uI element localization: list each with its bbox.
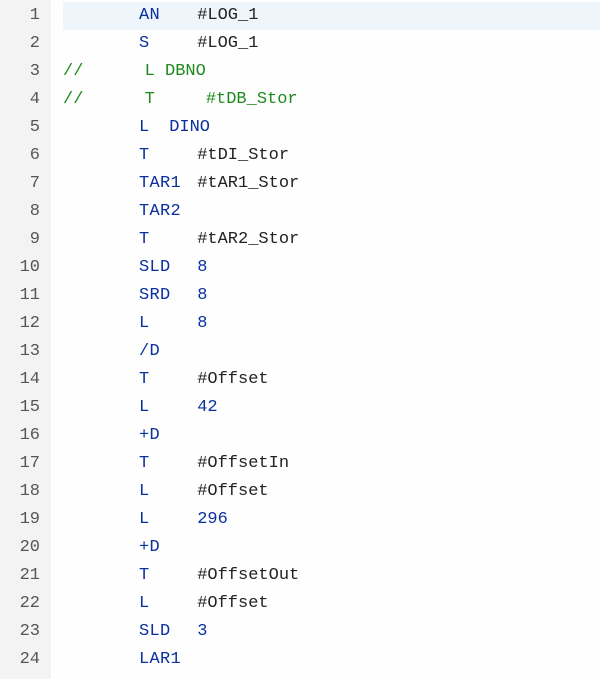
opcode: TAR1 [139, 170, 187, 198]
opcode: L [139, 310, 187, 338]
code-line[interactable]: LAR1 [63, 646, 600, 674]
line-number: 7 [0, 170, 50, 198]
opcode: T [139, 562, 187, 590]
line-number: 13 [0, 338, 50, 366]
code-line[interactable]: L 8 [63, 310, 600, 338]
operand: #tAR1_Stor [197, 174, 299, 193]
code-line[interactable]: L 42 [63, 394, 600, 422]
line-number: 14 [0, 366, 50, 394]
operand: #Offset [197, 594, 268, 613]
opcode: +D [139, 534, 187, 562]
opcode: L [139, 478, 187, 506]
line-number: 1 [0, 2, 50, 30]
code-line[interactable]: SRD 8 [63, 282, 600, 310]
code-line[interactable]: L DINO [63, 114, 600, 142]
line-number: 4 [0, 86, 50, 114]
operand: #Offset [197, 482, 268, 501]
line-number: 2 [0, 30, 50, 58]
line-number: 5 [0, 114, 50, 142]
line-number: 19 [0, 506, 50, 534]
line-number: 21 [0, 562, 50, 590]
code-line[interactable]: L 296 [63, 506, 600, 534]
operand: #OffsetOut [197, 566, 299, 585]
opcode: TAR2 [139, 198, 187, 226]
line-number: 23 [0, 618, 50, 646]
code-line[interactable]: TAR1 #tAR1_Stor [63, 170, 600, 198]
code-line[interactable]: T #tAR2_Stor [63, 226, 600, 254]
operand: #OffsetIn [197, 454, 289, 473]
opcode: S [139, 30, 187, 58]
comment-text: // T #tDB_Stor [63, 90, 298, 109]
line-number: 9 [0, 226, 50, 254]
code-line[interactable]: /D [63, 338, 600, 366]
code-line[interactable]: T #OffsetOut [63, 562, 600, 590]
line-number: 20 [0, 534, 50, 562]
line-number: 10 [0, 254, 50, 282]
opcode: L [139, 114, 159, 142]
operand: 8 [197, 258, 207, 277]
code-line[interactable]: S #LOG_1 [63, 30, 600, 58]
operand: 42 [197, 398, 217, 417]
opcode: SRD [139, 282, 187, 310]
opcode: T [139, 450, 187, 478]
line-number: 6 [0, 142, 50, 170]
line-number: 8 [0, 198, 50, 226]
code-line[interactable]: L #Offset [63, 478, 600, 506]
opcode: T [139, 142, 187, 170]
operand: 8 [197, 314, 207, 333]
operand: 8 [197, 286, 207, 305]
opcode: T [139, 366, 187, 394]
operand: 296 [197, 510, 228, 529]
line-number: 12 [0, 310, 50, 338]
opcode: /D [139, 338, 187, 366]
opcode: +D [139, 422, 187, 450]
operand: #tDI_Stor [197, 146, 289, 165]
line-number: 22 [0, 590, 50, 618]
line-number: 24 [0, 646, 50, 674]
line-number: 18 [0, 478, 50, 506]
code-editor: 123456789101112131415161718192021222324 … [0, 0, 600, 679]
code-line[interactable]: T #tDI_Stor [63, 142, 600, 170]
line-number-gutter: 123456789101112131415161718192021222324 [0, 0, 51, 679]
line-number: 3 [0, 58, 50, 86]
opcode: L [139, 590, 187, 618]
line-number: 16 [0, 422, 50, 450]
code-line[interactable]: +D [63, 422, 600, 450]
opcode: L [139, 394, 187, 422]
code-line[interactable]: SLD 8 [63, 254, 600, 282]
line-number: 15 [0, 394, 50, 422]
code-line[interactable]: TAR2 [63, 198, 600, 226]
code-line[interactable]: L #Offset [63, 590, 600, 618]
operand: #LOG_1 [197, 34, 258, 53]
code-line[interactable]: AN #LOG_1 [63, 2, 600, 30]
operand: #Offset [197, 370, 268, 389]
opcode: T [139, 226, 187, 254]
code-area[interactable]: AN #LOG_1S #LOG_1// L DBNO// T #tDB_Stor… [51, 0, 600, 679]
line-number: 11 [0, 282, 50, 310]
code-line[interactable]: +D [63, 534, 600, 562]
opcode: LAR1 [139, 646, 187, 674]
line-number: 17 [0, 450, 50, 478]
code-line[interactable]: // L DBNO [63, 58, 600, 86]
operand: #LOG_1 [197, 6, 258, 25]
code-line[interactable]: // T #tDB_Stor [63, 86, 600, 114]
operand: 3 [197, 622, 207, 641]
comment-text: // L DBNO [63, 62, 206, 81]
opcode: AN [139, 2, 187, 30]
opcode: SLD [139, 618, 187, 646]
code-line[interactable]: SLD 3 [63, 618, 600, 646]
code-line[interactable]: T #Offset [63, 366, 600, 394]
operand: DINO [169, 118, 210, 137]
opcode: L [139, 506, 187, 534]
opcode: SLD [139, 254, 187, 282]
operand: #tAR2_Stor [197, 230, 299, 249]
code-line[interactable]: T #OffsetIn [63, 450, 600, 478]
